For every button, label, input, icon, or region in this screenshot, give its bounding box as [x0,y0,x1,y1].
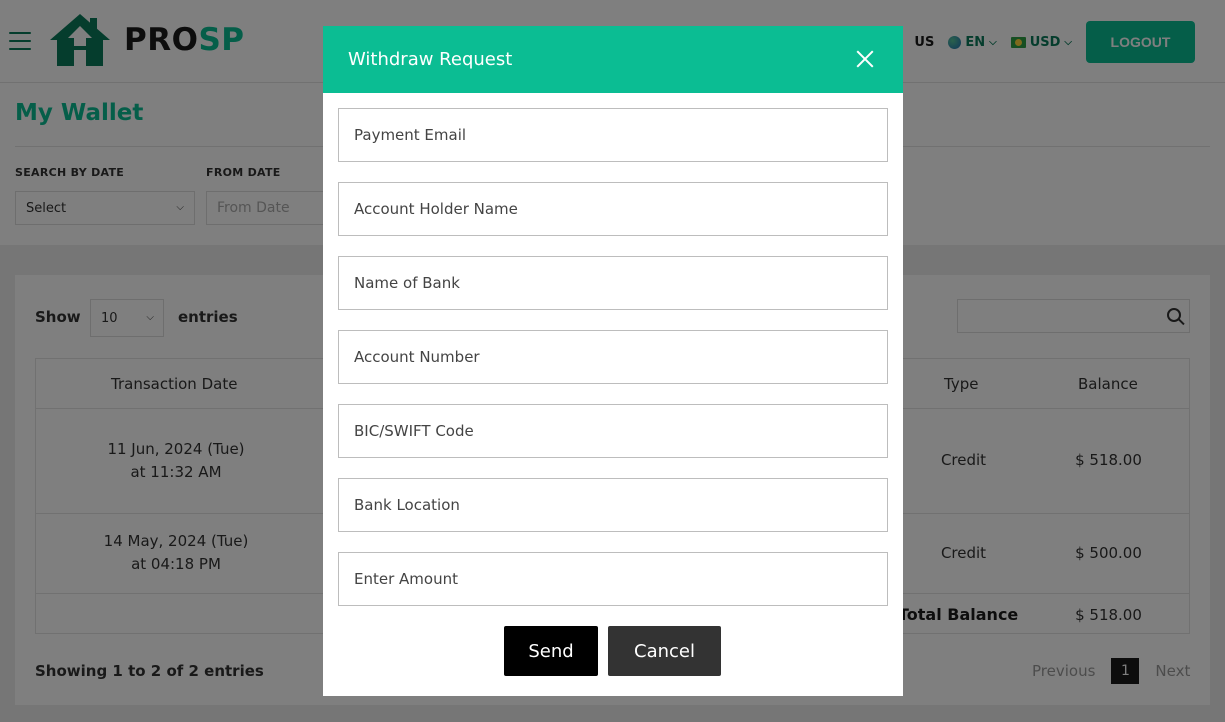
account-holder-name-input[interactable] [338,182,888,236]
payment-email-input[interactable] [338,108,888,162]
close-icon[interactable] [855,49,875,69]
modal-header: Withdraw Request [323,26,903,93]
modal-title: Withdraw Request [348,49,513,70]
bank-location-input[interactable] [338,478,888,532]
bank-name-input[interactable] [338,256,888,310]
withdraw-request-modal: Withdraw Request Send Cancel [323,26,903,696]
account-number-input[interactable] [338,330,888,384]
amount-input[interactable] [338,552,888,606]
cancel-button[interactable]: Cancel [608,626,721,676]
bic-swift-code-input[interactable] [338,404,888,458]
send-button[interactable]: Send [504,626,598,676]
